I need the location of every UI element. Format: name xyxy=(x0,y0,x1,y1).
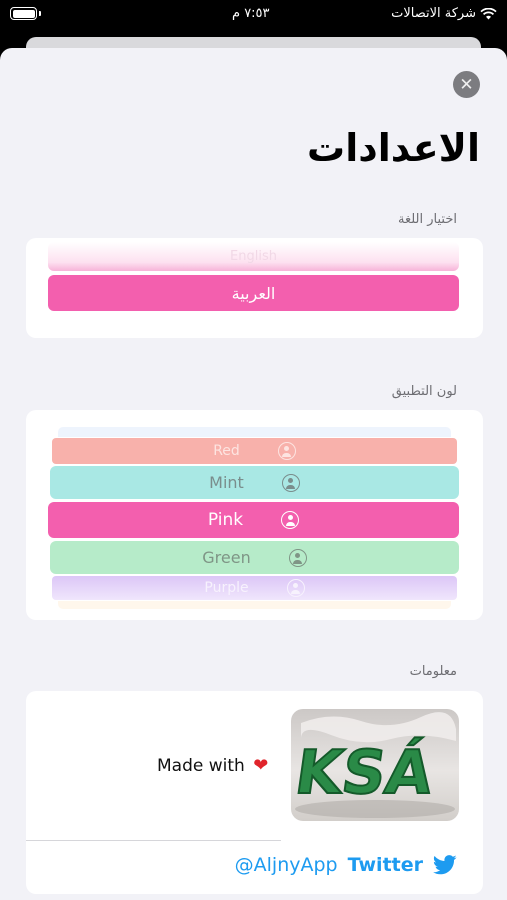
battery-icon xyxy=(10,7,41,20)
language-option-english[interactable]: English xyxy=(48,242,459,271)
made-with-label: Made with xyxy=(157,756,245,776)
color-option-mint[interactable]: Mint xyxy=(50,466,459,499)
twitter-bird-icon xyxy=(433,855,457,875)
person-circle-icon xyxy=(277,442,296,460)
person-circle-icon xyxy=(281,511,300,529)
color-option-red[interactable]: Red xyxy=(52,438,457,464)
color-option-purple[interactable]: Purple xyxy=(52,576,457,600)
ksa-image-text: KSÁ xyxy=(291,737,437,808)
wifi-icon xyxy=(480,7,497,19)
carrier-info: شركة الاتصالات xyxy=(391,6,497,21)
close-icon: ✕ xyxy=(459,74,474,95)
twitter-link[interactable]: @AljnyApp Twitter xyxy=(26,854,457,876)
color-option-label: Pink xyxy=(207,510,244,530)
status-bar: شركة الاتصالات ٧:٥٣ م xyxy=(0,0,507,30)
page-title: الاعدادات xyxy=(307,126,480,170)
twitter-label: Twitter xyxy=(347,854,423,876)
color-option-label: Mint xyxy=(209,473,244,492)
color-option-label: Green xyxy=(202,548,251,567)
carrier-name: شركة الاتصالات xyxy=(391,6,476,21)
close-button[interactable]: ✕ xyxy=(453,71,480,98)
language-picker[interactable]: English العربية xyxy=(26,238,483,338)
person-circle-icon xyxy=(286,579,305,597)
info-section-label: معلومات xyxy=(409,664,457,679)
picker-edge-top xyxy=(58,427,451,437)
color-option-green[interactable]: Green xyxy=(50,541,459,574)
status-time: ٧:٥٣ م xyxy=(232,6,270,21)
color-option-pink[interactable]: Pink xyxy=(48,502,459,538)
person-circle-icon xyxy=(281,473,300,492)
language-section-label: اختيار اللغة xyxy=(398,212,457,227)
language-option-arabic[interactable]: العربية xyxy=(48,275,459,311)
color-option-label: Purple xyxy=(204,580,249,596)
info-card: Made with ❤ KSÁ @AljnyApp Twitter xyxy=(26,691,483,894)
picker-edge-bottom xyxy=(58,601,451,609)
ksa-logo-image: KSÁ xyxy=(291,709,459,821)
color-picker[interactable]: Red Mint Pink Green Purple xyxy=(26,410,483,620)
color-section-label: لون التطبيق xyxy=(391,384,457,399)
info-divider xyxy=(26,840,281,841)
heart-icon: ❤ xyxy=(253,755,269,776)
color-option-label: Red xyxy=(213,443,240,459)
twitter-handle: @AljnyApp xyxy=(234,854,338,876)
made-with-text: Made with ❤ xyxy=(157,755,268,776)
person-circle-icon xyxy=(288,548,307,567)
